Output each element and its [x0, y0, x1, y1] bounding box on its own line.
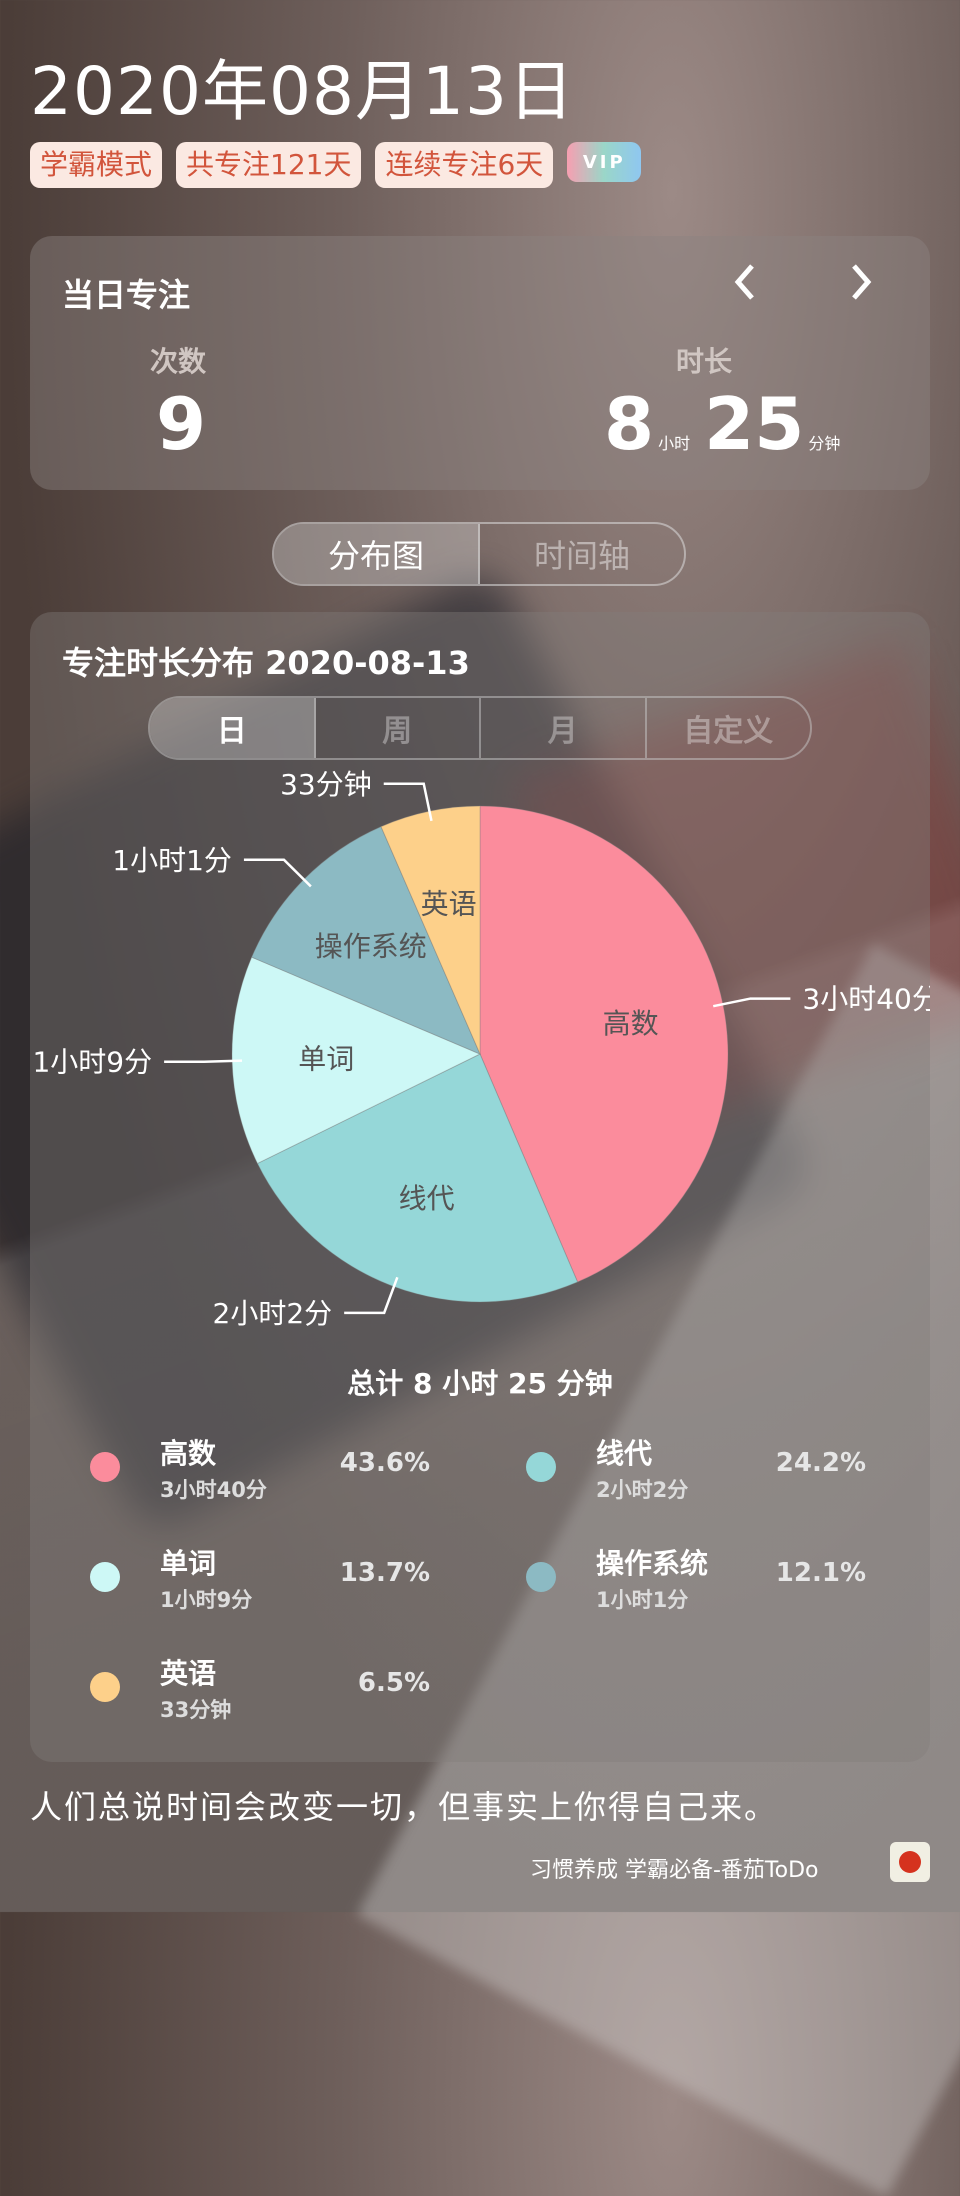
- pie-value-label: 3小时40分: [802, 983, 930, 1016]
- legend-color-dot: [90, 1562, 120, 1592]
- daily-focus-card: 当日专注 次数 9 时长 8 小时 25 分钟: [30, 236, 930, 490]
- legend-item: 高数 3小时40分 43.6%: [60, 1432, 460, 1522]
- view-toggle: 分布图 时间轴: [272, 522, 686, 586]
- legend-percent: 43.6%: [339, 1448, 430, 1478]
- daily-focus-title: 当日专注: [62, 276, 191, 314]
- pie-value-label: 33分钟: [280, 768, 372, 801]
- next-day-button[interactable]: [846, 262, 876, 313]
- pie-leader-line: [164, 1059, 243, 1063]
- legend-name: 英语: [160, 1657, 217, 1690]
- legend-item: 操作系统 1小时1分 12.1%: [496, 1542, 896, 1632]
- legend-duration: 3小时40分: [160, 1478, 267, 1502]
- distribution-card: 专注时长分布 2020-08-13 日 周 月 自定义 高数 3小时40分 线代 2小…: [30, 612, 930, 1762]
- legend-item: 单词 1小时9分 13.7%: [60, 1542, 460, 1632]
- legend-name: 单词: [160, 1547, 217, 1580]
- pie-slice-name: 线代: [399, 1182, 455, 1215]
- pie-slice-name: 英语: [421, 887, 477, 920]
- legend-duration: 1小时1分: [596, 1588, 689, 1612]
- duration-minutes-unit: 分钟: [808, 434, 841, 453]
- legend-percent: 24.2%: [775, 1448, 866, 1478]
- duration-label: 时长: [676, 345, 733, 378]
- pie-slice-name: 单词: [298, 1042, 354, 1075]
- legend-duration: 33分钟: [160, 1698, 232, 1722]
- pie-slice-name: 操作系统: [315, 930, 427, 963]
- legend-color-dot: [526, 1452, 556, 1482]
- pie-leader-line: [712, 997, 791, 1008]
- duration-hours-unit: 小时: [658, 434, 691, 453]
- tag-streak-days: 连续专注6天: [375, 142, 554, 188]
- legend-color-dot: [90, 1452, 120, 1482]
- footer-text: 习惯养成 学霸必备-番茄ToDo: [530, 1858, 819, 1883]
- legend-percent: 13.7%: [339, 1558, 430, 1588]
- legend-color-dot: [90, 1672, 120, 1702]
- duration-minutes: 25: [704, 382, 805, 466]
- legend-item: 线代 2小时2分 24.2%: [496, 1432, 896, 1522]
- total-duration: 总计 8 小时 25 分钟: [347, 1367, 613, 1400]
- chevron-left-icon: [734, 264, 754, 300]
- pie-slice-name: 高数: [603, 1007, 659, 1040]
- tag-row: 学霸模式 共专注121天 连续专注6天 VIP: [30, 142, 642, 188]
- pie-value-label: 1小时1分: [112, 844, 232, 877]
- pie-chart: 高数 3小时40分线代 2小时2分 单词 1小时9分 操作系统 1小时1分英语 33分钟: [32, 768, 930, 1330]
- pie-value-label: 2小时2分: [213, 1297, 333, 1330]
- duration-hours: 8: [604, 382, 655, 466]
- pie-value-label: 1小时9分: [32, 1046, 152, 1079]
- tag-total-days: 共专注121天: [176, 142, 362, 188]
- app-logo: [890, 1842, 930, 1882]
- legend-duration: 2小时2分: [596, 1478, 689, 1502]
- tag-mode: 学霸模式: [30, 142, 163, 188]
- prev-day-button[interactable]: [730, 262, 760, 313]
- vip-badge[interactable]: VIP: [567, 142, 642, 182]
- quote-text: 人们总说时间会改变一切，但事实上你得自己来。: [30, 1788, 779, 1826]
- legend-percent: 6.5%: [357, 1668, 430, 1698]
- count-value: 9: [156, 382, 207, 466]
- tomato-icon: [899, 1851, 921, 1873]
- tab-timeline[interactable]: 时间轴: [480, 524, 684, 584]
- legend-name: 线代: [596, 1437, 653, 1470]
- tab-distribution[interactable]: 分布图: [274, 524, 480, 584]
- legend-percent: 12.1%: [775, 1558, 866, 1588]
- legend-color-dot: [526, 1562, 556, 1592]
- chevron-right-icon: [852, 264, 872, 300]
- page-title-date: 2020年08月13日: [30, 53, 575, 130]
- legend-name: 操作系统: [596, 1547, 709, 1580]
- legend-duration: 1小时9分: [160, 1588, 253, 1612]
- count-label: 次数: [150, 345, 207, 378]
- legend-item: 英语 33分钟 6.5%: [60, 1652, 460, 1742]
- duration-value: 8 小时 25 分钟: [604, 382, 854, 466]
- legend-name: 高数: [160, 1437, 217, 1470]
